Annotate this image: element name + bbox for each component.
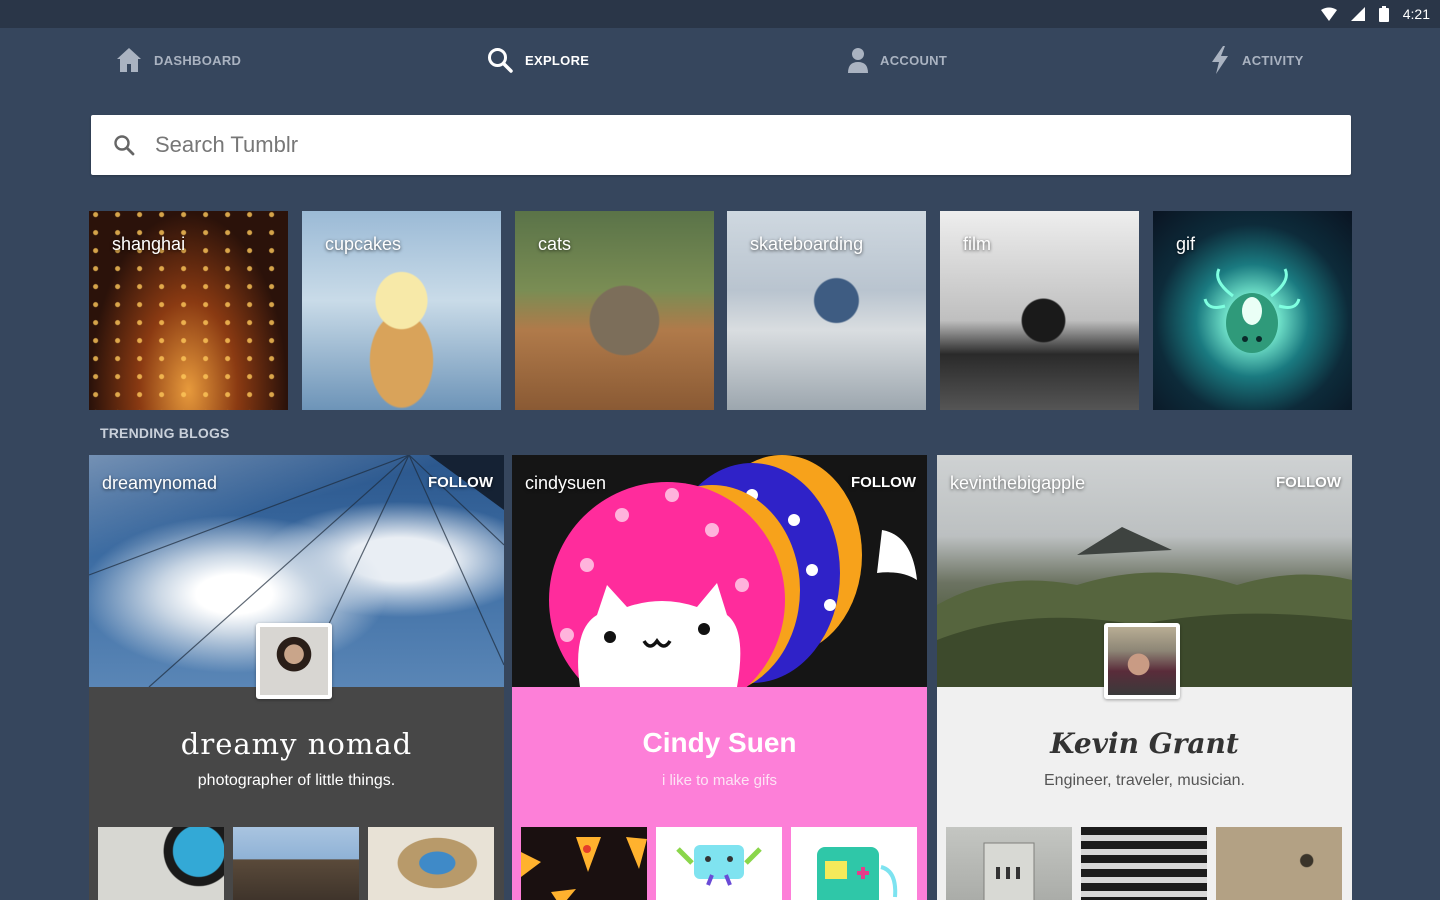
follow-button[interactable]: FOLLOW xyxy=(851,474,916,491)
post-thumbnail[interactable] xyxy=(656,827,782,900)
blog-name: dreamynomad xyxy=(102,473,218,493)
blog-description: photographer of little things. xyxy=(197,772,396,789)
tag-tile-cats[interactable]: cats xyxy=(515,211,714,410)
pizza-image xyxy=(521,837,647,900)
blog-title: Cindy Suen xyxy=(642,727,797,758)
post-thumbnail[interactable] xyxy=(1081,827,1207,900)
tag-label: shanghai xyxy=(112,234,186,254)
signal-icon xyxy=(1350,7,1365,21)
tag-tile-film[interactable]: film xyxy=(940,211,1139,410)
tab-account[interactable]: ACCOUNT xyxy=(848,28,947,92)
tag-tile-shanghai[interactable]: shanghai xyxy=(89,211,288,410)
post-thumbnail[interactable] xyxy=(368,827,494,900)
search-bar[interactable] xyxy=(91,115,1351,175)
tab-explore[interactable]: EXPLORE xyxy=(487,28,589,92)
tag-tile-skateboarding[interactable]: skateboarding xyxy=(727,211,926,410)
tab-activity-label: ACTIVITY xyxy=(1242,52,1304,68)
tab-dashboard[interactable]: DASHBOARD xyxy=(116,28,241,92)
post-thumbnail[interactable] xyxy=(233,827,359,900)
blog-title: dreamy nomad xyxy=(180,727,413,761)
clock: 4:21 xyxy=(1402,6,1430,22)
blog-description: Engineer, traveler, musician. xyxy=(1044,772,1245,789)
top-navigation: DASHBOARD EXPLORE ACCOUNT ACTIVITY xyxy=(0,28,1440,92)
wifi-icon xyxy=(1320,7,1337,21)
blog-card-kevinthebigapple[interactable]: kevinthebigapple FOLLOW Kevin Grant Engi… xyxy=(937,455,1352,900)
trending-blogs-heading: TRENDING BLOGS xyxy=(100,425,230,441)
blog-card-dreamynomad[interactable]: dreamynomad FOLLOW dreamy nomad photogra… xyxy=(89,455,504,900)
tag-label: cupcakes xyxy=(325,234,402,254)
tab-explore-label: EXPLORE xyxy=(525,52,590,68)
house-icon xyxy=(117,48,141,72)
avatar[interactable] xyxy=(1104,623,1180,699)
blog-title: Kevin Grant xyxy=(1050,727,1239,760)
tag-tile-cupcakes[interactable]: cupcakes xyxy=(302,211,501,410)
tag-label: cats xyxy=(538,234,572,254)
tag-label: skateboarding xyxy=(750,234,864,254)
avatar[interactable] xyxy=(256,623,332,699)
post-thumbnail[interactable] xyxy=(98,827,224,900)
search-input[interactable] xyxy=(153,131,1257,159)
post-thumbnail[interactable] xyxy=(1216,827,1342,900)
search-icon xyxy=(488,48,513,73)
post-thumbnail[interactable] xyxy=(791,827,917,900)
blog-header-image: cindysuen FOLLOW xyxy=(512,455,927,687)
blog-name: kevinthebigapple xyxy=(950,473,1086,493)
blog-name: cindysuen xyxy=(525,473,607,493)
blog-description: i like to make gifs xyxy=(661,772,778,789)
status-bar: 4:21 xyxy=(0,0,1440,28)
tab-activity[interactable]: ACTIVITY xyxy=(1210,28,1304,92)
wall-outlet-image xyxy=(983,842,1035,900)
lightning-icon xyxy=(1212,46,1228,74)
post-thumbnail[interactable] xyxy=(946,827,1072,900)
tag-label: film xyxy=(963,234,991,254)
post-thumbnail[interactable] xyxy=(521,827,647,900)
battery-icon xyxy=(1378,6,1389,22)
tag-tile-gif[interactable]: gif xyxy=(1153,211,1352,410)
search-icon xyxy=(114,135,135,156)
status-icons: 4:21 xyxy=(1320,0,1430,28)
tag-label: gif xyxy=(1176,234,1196,254)
person-icon xyxy=(848,48,868,73)
robot-character-image xyxy=(676,845,762,886)
game-console-image xyxy=(817,847,898,900)
tab-account-label: ACCOUNT xyxy=(880,52,948,68)
blog-card-cindysuen[interactable]: cindysuen FOLLOW Cindy Suen i like to ma… xyxy=(512,455,927,900)
follow-button[interactable]: FOLLOW xyxy=(428,474,493,491)
tab-dashboard-label: DASHBOARD xyxy=(154,52,242,68)
follow-button[interactable]: FOLLOW xyxy=(1276,474,1341,491)
